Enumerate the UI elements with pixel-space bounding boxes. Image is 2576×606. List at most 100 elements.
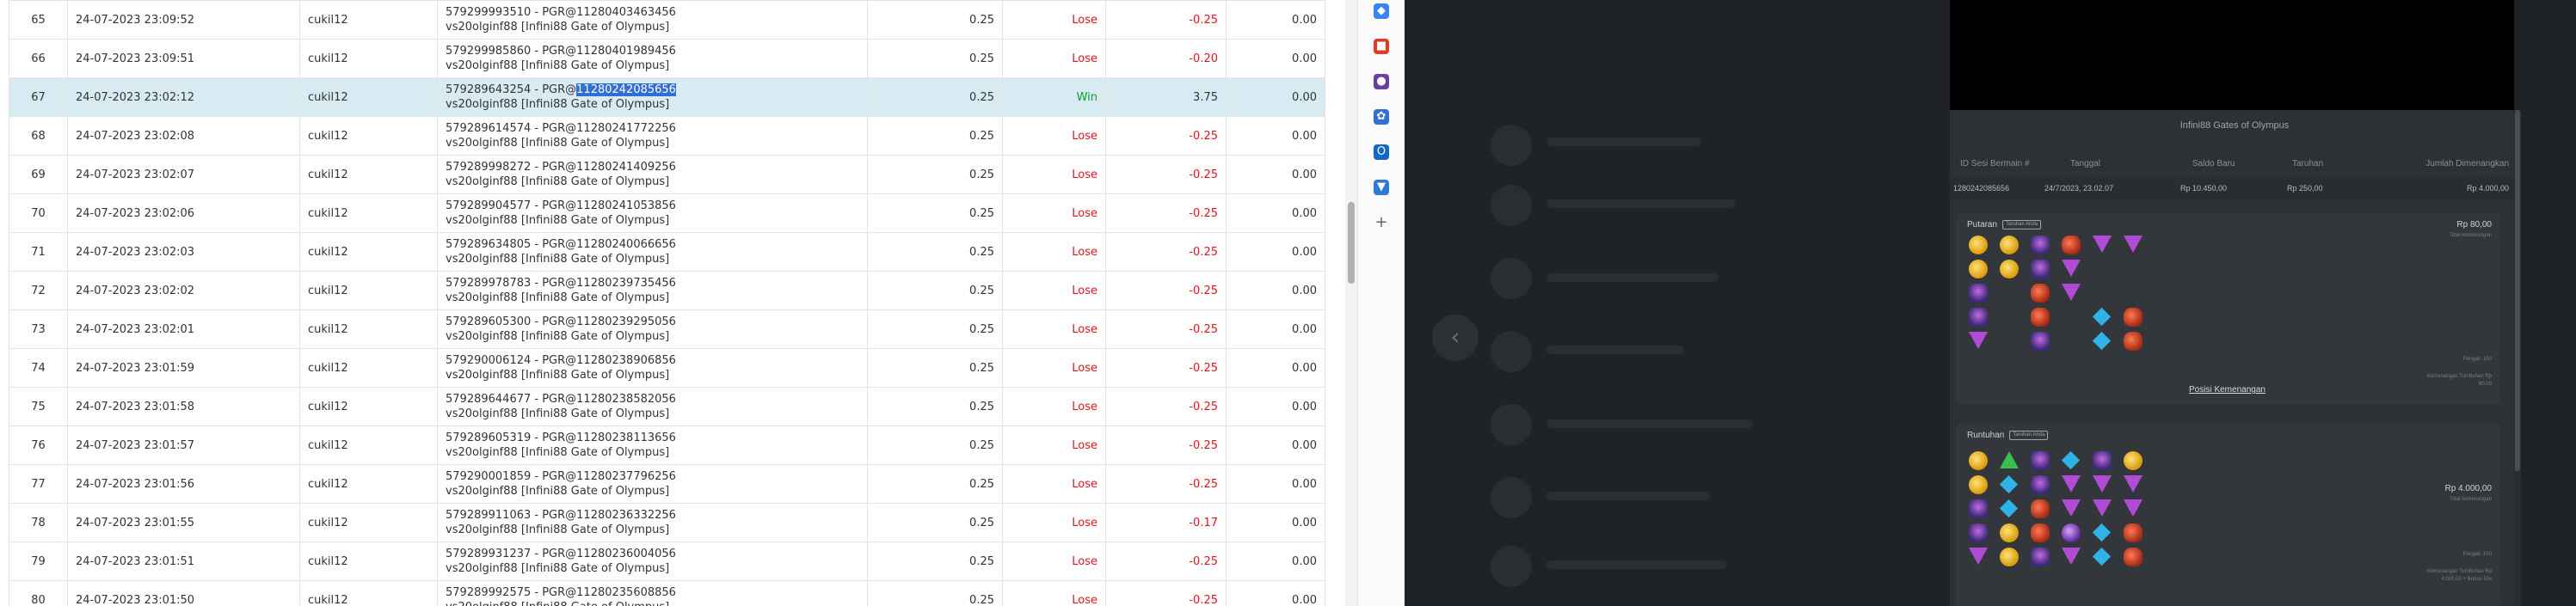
row-balance: 0.00 [1226,464,1325,504]
row-bet: 0.25 [867,39,1003,78]
slot-symbol-icon [2031,548,2050,566]
win-value: Rp 4.000,00 [2466,184,2509,193]
table-row[interactable]: 77 24-07-2023 23:01:56 cukil12 579290001859… [9,464,1325,504]
row-description: 579289911063 - PGR@11280236332256 vs20olg… [437,503,868,542]
slot-symbol-icon [2124,475,2143,493]
row-user: cukil12 [299,464,438,504]
table-row[interactable]: 78 24-07-2023 23:01:55 cukil12 579289911063… [9,503,1325,542]
row-result: Lose [1002,348,1106,388]
slot-symbol-icon [2031,523,2050,542]
row-description: 579289605319 - PGR@11280238113656 vs20olg… [437,425,868,465]
table-row[interactable]: 66 24-07-2023 23:09:51 cukil12 579299985860… [9,39,1325,78]
row-date: 24-07-2023 23:02:12 [67,77,300,117]
row-bet: 0.25 [867,77,1003,117]
row-result: Lose [1002,387,1106,426]
row-balance: 0.00 [1226,580,1325,606]
slot-symbol-icon [2124,308,2143,327]
row-user: cukil12 [299,155,438,194]
row-user: cukil12 [299,542,438,581]
game-history-viewer: ‹ Infini88 Gates of Olympus ID Sesi Berm… [1405,0,2576,606]
desc-text: 579289643254 - PGR@ [446,83,577,96]
table-row[interactable]: 70 24-07-2023 23:02:06 cukil12 579289904577… [9,193,1325,233]
game-code: vs20olginf88 [Infini88 Gate of Olympus] [446,369,670,382]
table-row[interactable]: 75 24-07-2023 23:01:58 cukil12 579289644677… [9,387,1325,426]
detail-scrollbar[interactable] [2514,110,2521,606]
table-row[interactable]: 80 24-07-2023 23:01:50 cukil12 579289992575… [9,580,1325,606]
slot-symbol-icon [2062,475,2081,493]
previous-arrow-button[interactable]: ‹ [1432,315,1479,361]
game-title: Infini88 Gates of Olympus [2179,120,2290,131]
row-amount: -0.25 [1105,580,1227,606]
slot-symbol-icon [2062,284,2081,301]
slot-symbol-icon [2124,523,2143,542]
scrollbar-thumb[interactable] [2515,110,2520,471]
desc-text: 579299985860 - PGR@11280401989456 [446,45,676,58]
row-amount: 3.75 [1105,77,1227,117]
slot-symbol-icon [2092,547,2112,566]
row-amount: -0.25 [1105,0,1227,40]
row-balance: 0.00 [1226,387,1325,426]
row-description: 579289634805 - PGR@11280240066656 vs20olg… [437,232,868,272]
bet-value: Rp 250,00 [2287,184,2323,193]
cart-icon[interactable]: ▼ [1374,180,1389,195]
desc-text: 579299993510 - PGR@11280403463456 [446,6,676,19]
table-row[interactable]: 69 24-07-2023 23:02:07 cukil12 579289998272… [9,155,1325,194]
row-number: 72 [9,271,68,310]
row-result: Lose [1002,503,1106,542]
row-amount: -0.25 [1105,425,1227,465]
row-description: 579290001859 - PGR@11280237796256 vs20olg… [437,464,868,504]
slot-symbol-icon [2124,499,2143,517]
scrollbar-thumb[interactable] [1348,202,1355,284]
row-amount: -0.25 [1105,348,1227,388]
table-row[interactable]: 67 24-07-2023 23:02:12 cukil12 579289643254… [9,77,1325,117]
spin-win-note: Kemenangan Tumbuhan Rp 80,00 [2426,374,2492,387]
table-row[interactable]: 72 24-07-2023 23:02:02 cukil12 579289978783… [9,271,1325,310]
row-date: 24-07-2023 23:02:03 [67,232,300,272]
detail-header-row: ID Sesi Bermain # Tanggal Saldo Baru Tar… [1950,153,2519,175]
slot-symbol-icon [2062,523,2081,542]
tag-icon[interactable]: ◆ [1374,3,1389,19]
outlook-icon[interactable]: O [1374,144,1389,160]
row-number: 70 [9,193,68,233]
background-text-line [1546,138,1701,146]
desc-text: 579289904577 - PGR@11280241053856 [446,199,676,212]
table-row[interactable]: 71 24-07-2023 23:02:03 cukil12 579289634805… [9,232,1325,272]
game-code: vs20olginf88 [Infini88 Gate of Olympus] [446,485,670,498]
person-icon[interactable]: ● [1374,74,1389,89]
date-value: 24/7/2023, 23.02.07 [2044,184,2114,193]
table-row[interactable]: 68 24-07-2023 23:02:08 cukil12 579289614574… [9,116,1325,156]
plus-icon[interactable]: + [1374,215,1389,230]
game-code: vs20olginf88 [Infini88 Gate of Olympus] [446,98,670,111]
slot-symbol-icon [2124,236,2143,253]
row-user: cukil12 [299,77,438,117]
toolbox-icon[interactable]: ■ [1374,39,1389,54]
slot-symbol-icon [1969,332,1988,349]
row-result: Lose [1002,271,1106,310]
row-bet: 0.25 [867,193,1003,233]
table-row[interactable]: 74 24-07-2023 23:01:59 cukil12 579290006124… [9,348,1325,388]
row-user: cukil12 [299,503,438,542]
table-scrollbar[interactable] [1345,0,1357,606]
slot-symbol-icon [2093,451,2112,470]
row-amount: -0.25 [1105,271,1227,310]
tumble-card: Runtuhan Taruhan Anda Rp 4.000,00 Total k… [1957,424,2500,606]
row-bet: 0.25 [867,387,1003,426]
table-row[interactable]: 79 24-07-2023 23:01:51 cukil12 579289931237… [9,542,1325,581]
row-user: cukil12 [299,0,438,40]
row-bet: 0.25 [867,503,1003,542]
reel-grid [1969,450,2149,602]
tumble-win-note: Kemenangan Tumbuhan Rp 4.000,00 + Bonus … [2426,569,2492,582]
tumble-label-text: Runtuhan [1967,431,2005,441]
row-amount: -0.25 [1105,387,1227,426]
win-positions-link[interactable]: Posisi Kemenangan [2189,385,2266,395]
table-row[interactable]: 73 24-07-2023 23:02:01 cukil12 579289605300… [9,309,1325,349]
row-result: Lose [1002,542,1106,581]
row-result: Lose [1002,155,1106,194]
gear-icon[interactable]: ✿ [1374,109,1389,125]
slot-symbol-icon [2124,451,2143,470]
table-row[interactable]: 65 24-07-2023 23:09:52 cukil12 579299993510… [9,0,1325,40]
bet-tag: Taruhan Anda [2009,431,2049,440]
row-result: Lose [1002,425,1106,465]
row-amount: -0.25 [1105,116,1227,156]
table-row[interactable]: 76 24-07-2023 23:01:57 cukil12 579289605319… [9,425,1325,465]
